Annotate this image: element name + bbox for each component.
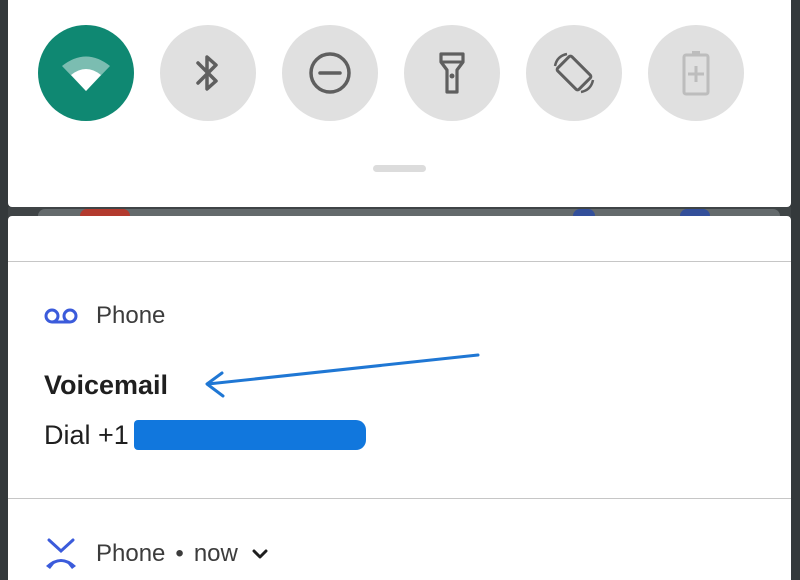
wifi-tile[interactable] [38,25,134,121]
voicemail-icon [44,308,78,324]
bluetooth-icon [196,55,218,91]
do-not-disturb-icon [309,52,351,94]
wifi-icon [62,56,110,91]
notification-title: Voicemail [44,370,169,400]
flashlight-tile[interactable] [404,25,500,121]
separator-dot: • [175,540,184,567]
notification-header: Phone [44,302,165,330]
auto-rotate-tile[interactable] [526,25,622,121]
notification-panel: Phone Voicemail Dial +1 Phone • now [8,216,791,580]
bluetooth-tile[interactable] [160,25,256,121]
divider [8,498,791,499]
battery-saver-tile[interactable] [648,25,744,121]
chevron-down-icon[interactable] [248,542,272,566]
redaction-mark [134,420,366,450]
app-name: Phone [96,540,166,567]
quick-settings-panel [8,0,791,207]
flashlight-icon [439,52,465,94]
auto-rotate-icon [553,52,595,94]
drag-handle[interactable] [373,165,426,172]
divider [8,261,791,262]
missed-call-icon [46,538,76,569]
notification-header: Phone • now [44,538,272,570]
notification-body: Dial +1 [44,420,129,450]
notification-time: now [193,540,238,567]
app-name: Phone [96,302,166,329]
battery-saver-icon [682,51,710,96]
do-not-disturb-tile[interactable] [282,25,378,121]
